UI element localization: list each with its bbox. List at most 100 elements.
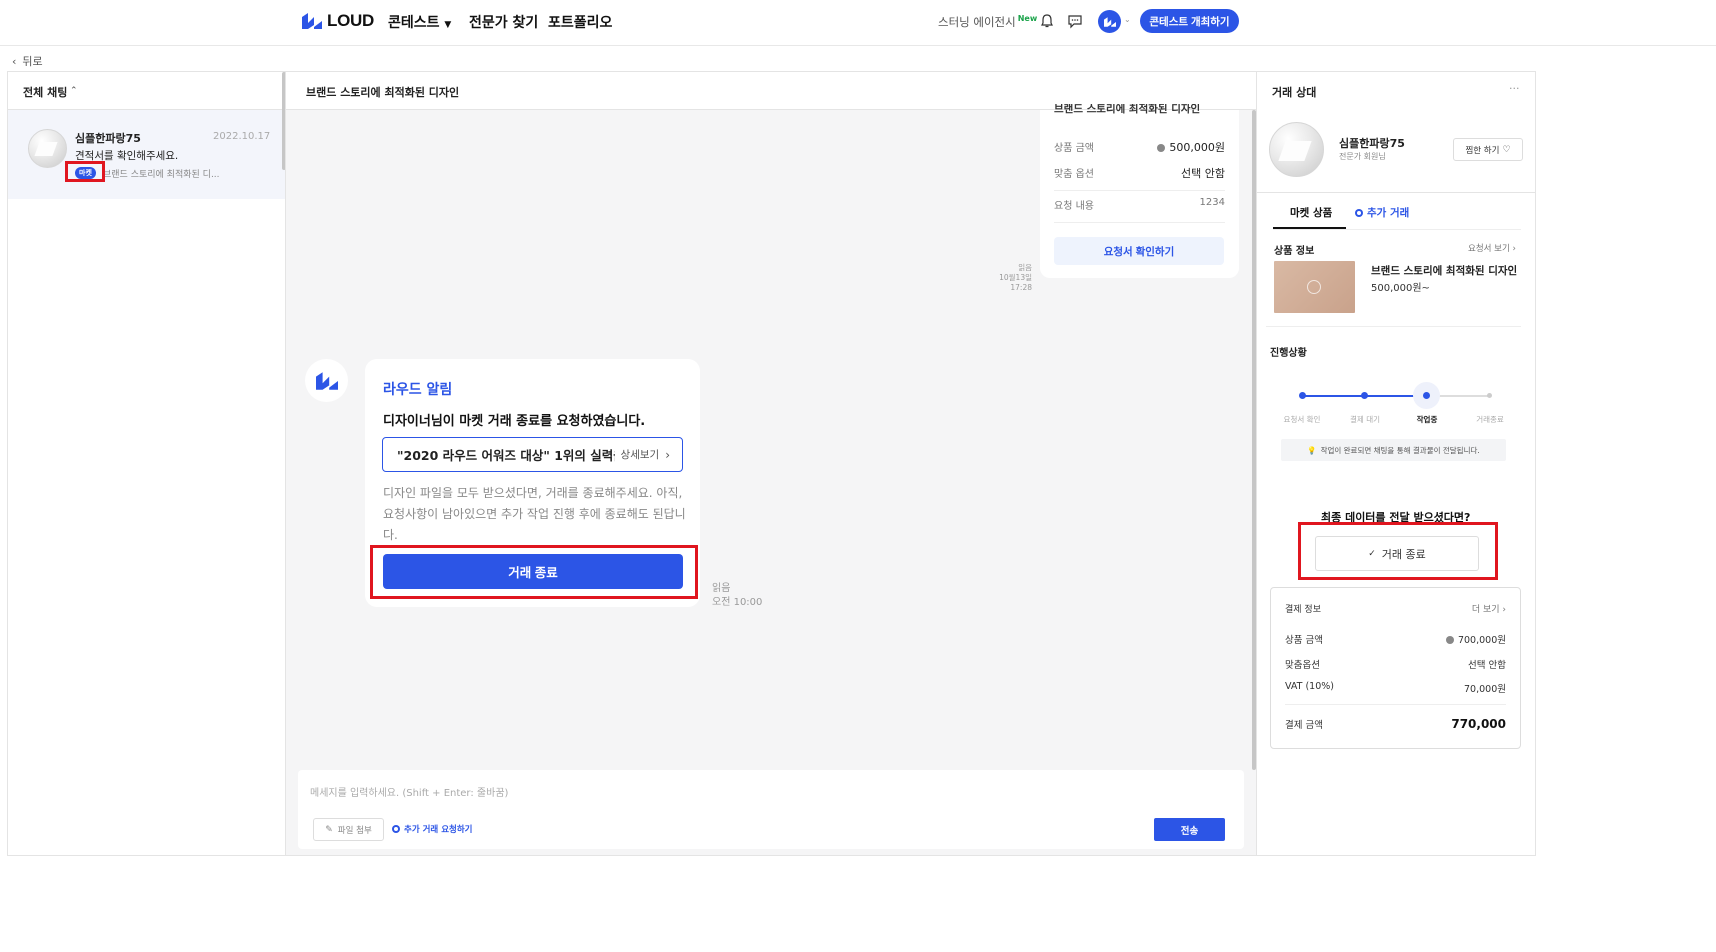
chevron-left-icon: ‹ — [12, 54, 17, 68]
request-row-content: 요청 내용 1234 — [1054, 197, 1225, 212]
avatar-caret-icon[interactable]: ⌄ — [1124, 15, 1131, 24]
chat-icon[interactable] — [1066, 12, 1084, 30]
divider — [1285, 704, 1506, 705]
attach-label: 파일 첨부 — [337, 825, 372, 836]
profile-link[interactable]: 스터닝 에이전시 New — [938, 14, 1037, 30]
payment-row: 상품 금액 700,000원 — [1285, 632, 1506, 646]
payment-info-box: 결제 정보 더 보기 › 상품 금액 700,000원 맞춤옵션 선택 안함 V… — [1270, 587, 1521, 749]
thumbnail-emblem-icon — [1307, 280, 1321, 294]
caret-down-icon: ▼ — [444, 20, 452, 30]
send-button[interactable]: 전송 — [1154, 818, 1225, 841]
read-receipt-1: 읽음 10월13일 17:28 — [982, 263, 1032, 293]
tab-extra-trade-label: 추가 거래 — [1367, 207, 1410, 219]
request-row-value: 1234 — [1199, 197, 1225, 208]
request-row-label: 맞춤 옵션 — [1054, 169, 1094, 180]
read-label: 읽음 — [712, 583, 731, 594]
bell-icon[interactable] — [1038, 12, 1056, 30]
step-label: 요청서 확인 — [1283, 415, 1321, 424]
product-info-label: 상품 정보 — [1274, 246, 1315, 257]
highlight-end-trade-button — [370, 545, 698, 599]
payment-row: VAT (10%) 70,000원 — [1285, 681, 1506, 695]
tab-market-product[interactable]: 마켓 상품 — [1290, 205, 1332, 220]
attach-file-button[interactable]: ✎ 파일 첨부 — [313, 818, 384, 841]
request-card: 브랜드 스토리에 최적화된 디자인 상품 금액 500,000원 맞춤 옵션 선… — [1040, 104, 1239, 278]
nav-contest[interactable]: 콘테스트 ▼ — [388, 12, 451, 32]
alert-heading: 디자이너님이 마켓 거래 종료를 요청하였습니다. — [383, 414, 646, 429]
read-receipt-2: 읽음 오전 10:00 — [712, 582, 762, 610]
profile-link-label: 스터닝 에이전시 — [938, 15, 1016, 29]
alert-link-text: "2020 라우드 어워즈 대상" 1위의 실력을 그대로 — [397, 448, 615, 463]
payment-row-value: 700,000원 — [1445, 632, 1506, 646]
more-options-icon[interactable]: ··· — [1509, 82, 1520, 95]
back-label: 뒤로 — [22, 55, 43, 68]
loud-logo[interactable]: LOUD — [302, 11, 374, 31]
host-contest-button[interactable]: 콘테스트 개최하기 — [1140, 9, 1239, 33]
progress-step-dot — [1299, 392, 1306, 399]
loud-logo-icon — [302, 13, 322, 29]
payment-row-label: 상품 금액 — [1285, 635, 1323, 646]
coin-icon — [1157, 144, 1166, 152]
message-input[interactable]: 메세지를 입력하세요. (Shift + Enter: 줄바꿈) — [310, 784, 508, 799]
divider — [1266, 326, 1521, 327]
view-request-link[interactable]: 요청서 보기 › — [1468, 242, 1516, 254]
product-title[interactable]: 브랜드 스토리에 최적화된 디자인 — [1371, 263, 1517, 278]
request-row-option: 맞춤 옵션 선택 안함 — [1054, 165, 1225, 181]
product-price: 500,000원~ — [1371, 283, 1430, 294]
read-time: 10월13일 17:28 — [999, 273, 1032, 292]
coin-icon — [1445, 636, 1454, 644]
progress-label: 진행상황 — [1270, 348, 1307, 359]
tab-extra-trade[interactable]: 추가 거래 — [1355, 205, 1409, 220]
divider — [1257, 192, 1535, 193]
trade-partner-title: 거래 상대 — [1272, 86, 1317, 99]
nav-find-experts[interactable]: 전문가 찾기 — [469, 12, 538, 32]
request-row-value: 500,000원 — [1157, 139, 1225, 155]
paperclip-icon: ✎ — [325, 824, 333, 835]
alert-body: 디자인 파일을 모두 받으셨다면, 거래를 종료해주세요. 아직, 요청사항이 … — [383, 486, 686, 542]
request-card-cut-title: 브랜드 스토리에 최적화된 디자인 — [1054, 104, 1201, 115]
chevron-up-icon[interactable]: ⌃ — [70, 86, 78, 96]
highlight-market-badge — [65, 161, 105, 182]
product-thumbnail[interactable] — [1274, 261, 1355, 313]
chat-name: 심플한파랑75 — [75, 132, 141, 145]
favorite-label: 찜한 하기 — [1465, 145, 1500, 156]
back-link[interactable]: ‹ 뒤로 — [12, 53, 43, 69]
avatar — [28, 129, 67, 168]
payment-total-label: 결제 금액 — [1285, 720, 1323, 731]
request-extra-trade-link[interactable]: 추가 거래 요청하기 — [392, 823, 472, 835]
loud-logo-icon — [315, 371, 338, 390]
payment-row: 맞춤옵션 선택 안함 — [1285, 657, 1506, 671]
progress-step-dot — [1487, 393, 1492, 398]
avatar-logo-icon — [1103, 16, 1116, 27]
chat-list-panel: 전체 채팅 ⌃ 심플한파랑75 2022.10.17 견적서를 확인해주세요. … — [7, 71, 286, 856]
payment-row-label: VAT (10%) — [1285, 681, 1335, 692]
extra-trade-label: 추가 거래 요청하기 — [404, 825, 473, 835]
alert-product-link[interactable]: "2020 라우드 어워즈 대상" 1위의 실력을 그대로 상세보기 › — [382, 437, 683, 472]
payment-row-label: 맞춤옵션 — [1285, 660, 1320, 671]
chat-list-title[interactable]: 전체 채팅 — [23, 84, 67, 100]
avatar-shape — [1278, 141, 1312, 161]
payment-more-label: 더 보기 — [1471, 605, 1500, 615]
payment-total-value: 770,000 — [1451, 717, 1506, 731]
alert-title: 라우드 알림 — [383, 382, 453, 398]
view-request-button[interactable]: 요청서 확인하기 — [1054, 237, 1224, 265]
alert-link-detail: 상세보기 — [620, 449, 660, 461]
nav-portfolio[interactable]: 포트폴리오 — [548, 12, 612, 32]
logo-text: LOUD — [327, 11, 374, 30]
step-label-current: 작업중 — [1416, 415, 1438, 424]
highlight-end-trade-side-button — [1298, 522, 1498, 580]
progress-step-dot-current — [1423, 392, 1430, 399]
payment-header: 결제 정보 더 보기 › — [1285, 602, 1506, 615]
user-avatar[interactable] — [1098, 10, 1121, 33]
payment-more-link[interactable]: 더 보기 › — [1472, 602, 1506, 615]
request-row-label: 상품 금액 — [1054, 143, 1094, 154]
heart-icon: ♡ — [1502, 144, 1511, 155]
request-row-value: 선택 안함 — [1181, 167, 1225, 180]
payment-row-value: 70,000원 — [1464, 684, 1506, 695]
new-badge: New — [1017, 14, 1038, 23]
top-navigation-bar: LOUD 콘테스트 ▼ 전문가 찾기 포트폴리오 스터닝 에이전시 New ⌄ 콘… — [0, 0, 1716, 46]
partner-name: 심플한파랑75 — [1339, 137, 1405, 150]
favorite-button[interactable]: 찜한 하기 ♡ — [1453, 138, 1523, 161]
payment-price-value: 700,000원 — [1457, 635, 1506, 646]
plus-circle-icon — [1355, 208, 1363, 217]
chat-list-item[interactable]: 심플한파랑75 2022.10.17 견적서를 확인해주세요. 마켓 브랜드 스… — [8, 110, 285, 199]
